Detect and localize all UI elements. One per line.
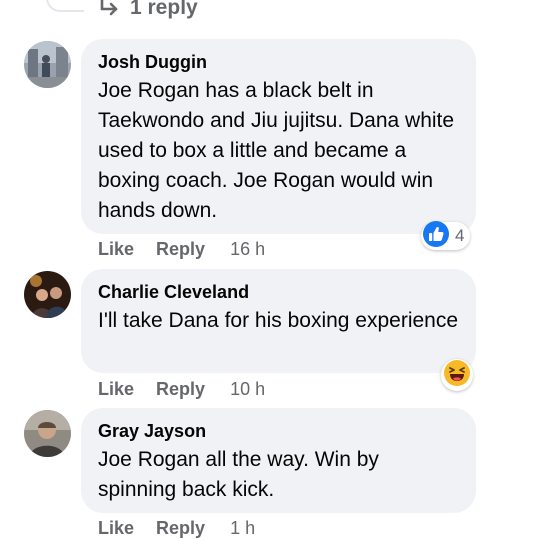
comment-bubble: Gray Jayson Joe Rogan all the way. Win b…	[81, 408, 476, 513]
reaction-summary[interactable]: 4	[421, 220, 471, 252]
reply-arrow-icon	[98, 0, 120, 19]
avatar[interactable]	[24, 41, 71, 88]
thread-connector-line	[46, 0, 84, 12]
laughing-emoji-icon	[443, 359, 471, 392]
like-button[interactable]: Like	[98, 518, 134, 539]
comment-author[interactable]: Josh Duggin	[98, 49, 460, 75]
comment-text: I'll take Dana for his boxing experience	[98, 309, 459, 332]
reaction-summary[interactable]	[441, 359, 473, 391]
thumbs-up-icon	[423, 220, 449, 252]
comment-text: Joe Rogan has a black belt in Taekwondo …	[98, 79, 455, 222]
like-button[interactable]: Like	[98, 239, 134, 260]
comment-actions: Like Reply 10 h	[98, 377, 265, 401]
comment-timestamp[interactable]: 10 h	[230, 379, 265, 400]
view-replies-label: 1 reply	[130, 0, 198, 19]
comment-timestamp[interactable]: 1 h	[230, 518, 255, 539]
reply-button[interactable]: Reply	[156, 518, 205, 539]
reply-button[interactable]: Reply	[156, 239, 205, 260]
comment-bubble: Charlie Cleveland I'll take Dana for his…	[81, 269, 476, 373]
view-replies-link[interactable]: 1 reply	[98, 0, 198, 22]
comment-text: Joe Rogan all the way. Win by spinning b…	[98, 448, 379, 501]
comment-bubble: Josh Duggin Joe Rogan has a black belt i…	[81, 39, 476, 234]
reaction-count: 4	[455, 226, 465, 245]
comment-actions: Like Reply 1 h	[98, 516, 255, 540]
comment-author[interactable]: Charlie Cleveland	[98, 279, 460, 305]
avatar[interactable]	[24, 410, 71, 457]
comment-author[interactable]: Gray Jayson	[98, 418, 460, 444]
comment-timestamp[interactable]: 16 h	[230, 239, 265, 260]
like-button[interactable]: Like	[98, 379, 134, 400]
avatar[interactable]	[24, 271, 71, 318]
comment-actions: Like Reply 16 h	[98, 237, 265, 261]
reply-button[interactable]: Reply	[156, 379, 205, 400]
